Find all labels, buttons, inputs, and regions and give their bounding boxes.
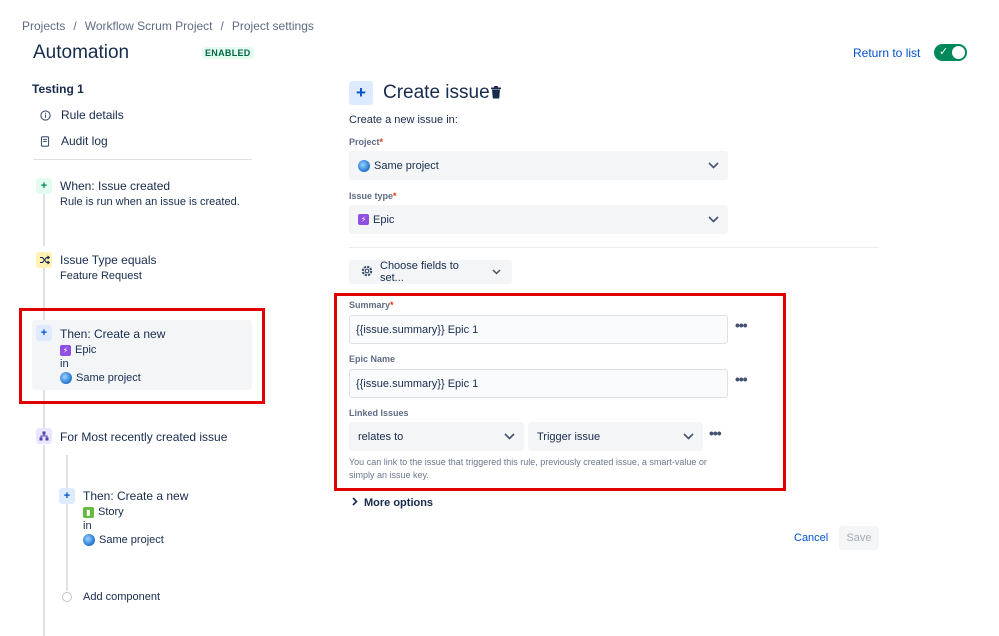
rule-name: Testing 1 bbox=[32, 82, 84, 96]
action-issue-type: ▮ Story bbox=[83, 506, 124, 518]
shuffle-icon bbox=[36, 252, 52, 268]
condition-subtitle: Feature Request bbox=[60, 270, 142, 282]
action-project: Same project bbox=[83, 534, 164, 547]
project-icon bbox=[83, 534, 95, 547]
project-select-value: Same project bbox=[374, 159, 439, 172]
project-field-label: Project* bbox=[349, 137, 383, 147]
project-label-text: Project bbox=[349, 137, 380, 147]
choose-fields-button[interactable]: Choose fields to set... bbox=[349, 260, 512, 284]
chevron-down-icon bbox=[492, 266, 501, 278]
trigger-subtitle: Rule is run when an issue is created. bbox=[60, 196, 240, 208]
required-mark: * bbox=[393, 191, 397, 201]
breadcrumb-project[interactable]: Workflow Scrum Project bbox=[85, 19, 213, 33]
divider bbox=[349, 247, 879, 248]
breadcrumb-separator: / bbox=[73, 19, 77, 33]
branch-icon bbox=[36, 428, 52, 444]
trigger-title[interactable]: When: Issue created bbox=[60, 179, 170, 193]
story-icon: ▮ bbox=[83, 506, 94, 518]
panel-title: Create issue bbox=[383, 82, 490, 103]
sidebar-item-rule-details[interactable]: Rule details bbox=[39, 108, 124, 122]
issue-type-label-text: Issue type bbox=[349, 191, 394, 201]
action-type-label: Story bbox=[98, 506, 124, 518]
chevron-right-icon bbox=[352, 497, 358, 509]
choose-fields-label: Choose fields to set... bbox=[380, 260, 459, 284]
chevron-down-icon bbox=[708, 216, 719, 223]
trash-icon[interactable] bbox=[490, 86, 502, 99]
breadcrumb: Projects / Workflow Scrum Project / Proj… bbox=[22, 19, 314, 33]
chevron-down-icon bbox=[708, 162, 719, 169]
more-options-toggle[interactable]: More options bbox=[352, 497, 433, 509]
info-icon bbox=[39, 109, 51, 121]
status-badge: ENABLED bbox=[202, 47, 254, 59]
flow-line bbox=[43, 194, 45, 246]
document-icon bbox=[39, 135, 51, 147]
panel-intro: Create a new issue in: bbox=[349, 114, 458, 126]
sidebar-item-audit-log[interactable]: Audit log bbox=[39, 134, 108, 148]
highlight-box bbox=[334, 293, 786, 491]
breadcrumb-projects[interactable]: Projects bbox=[22, 19, 65, 33]
issue-type-select-value: Epic bbox=[373, 213, 395, 226]
sidebar-item-label: Audit log bbox=[61, 134, 108, 148]
action-title[interactable]: Then: Create a new bbox=[83, 489, 188, 503]
breadcrumb-separator: / bbox=[220, 19, 224, 33]
branch-line bbox=[66, 455, 68, 591]
trigger-plus-icon: + bbox=[36, 178, 52, 194]
sidebar-item-label: Rule details bbox=[61, 108, 124, 122]
more-options-label: More options bbox=[364, 497, 434, 509]
flow-line bbox=[43, 445, 45, 636]
gear-icon bbox=[360, 264, 374, 281]
add-component-dot bbox=[62, 592, 72, 602]
condition-title[interactable]: Issue Type equals bbox=[60, 253, 157, 267]
page-title: Automation bbox=[33, 42, 130, 63]
divider bbox=[33, 159, 252, 160]
toggle-knob bbox=[952, 46, 965, 59]
save-button[interactable]: Save bbox=[839, 526, 879, 550]
create-issue-icon: + bbox=[349, 81, 373, 105]
project-select[interactable]: Same project bbox=[349, 151, 728, 180]
add-component-button[interactable]: Add component bbox=[83, 591, 160, 603]
action-plus-icon: + bbox=[59, 488, 75, 504]
epic-icon: ⚡ bbox=[358, 214, 369, 225]
cancel-button[interactable]: Cancel bbox=[794, 532, 828, 544]
rule-enabled-toggle[interactable]: ✓ bbox=[934, 44, 967, 61]
project-icon bbox=[358, 159, 370, 172]
return-to-list-link[interactable]: Return to list bbox=[853, 46, 920, 60]
required-mark: * bbox=[379, 137, 384, 147]
issue-type-field-label: Issue type* bbox=[349, 191, 397, 201]
check-icon: ✓ bbox=[939, 46, 949, 58]
issue-type-select[interactable]: ⚡ Epic bbox=[349, 205, 728, 234]
action-in-label: in bbox=[83, 520, 92, 532]
breadcrumb-settings[interactable]: Project settings bbox=[232, 19, 314, 33]
highlight-box bbox=[19, 308, 265, 404]
action-project-label: Same project bbox=[99, 534, 164, 546]
branch-title[interactable]: For Most recently created issue bbox=[60, 430, 227, 444]
